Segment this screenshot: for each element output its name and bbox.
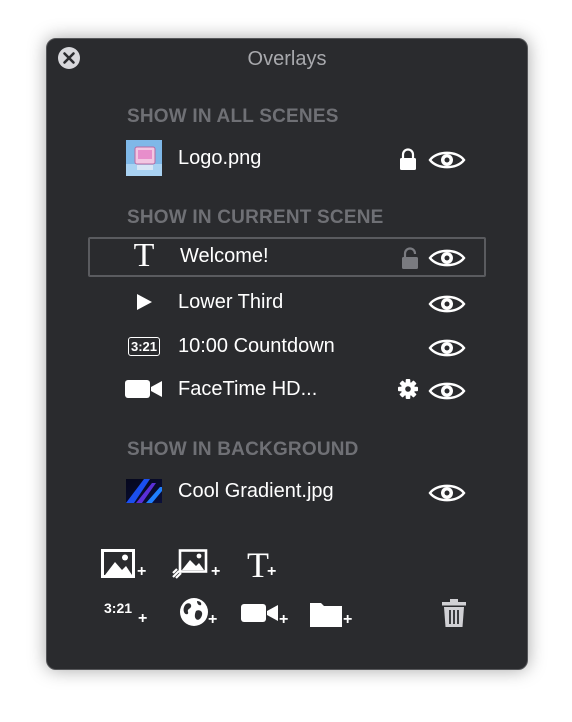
overlay-row-lower-third[interactable]: Lower Third <box>88 283 484 321</box>
image-icon <box>101 549 135 578</box>
window-title: Overlays <box>247 48 327 70</box>
plus-icon: + <box>343 611 353 628</box>
trash-icon[interactable] <box>441 598 467 628</box>
text-icon: T <box>247 545 269 585</box>
add-camera-button[interactable]: + <box>241 603 297 631</box>
overlay-label: Lower Third <box>178 291 284 313</box>
gear-icon[interactable] <box>397 378 419 400</box>
plus-icon: + <box>211 563 221 580</box>
play-icon <box>124 283 164 321</box>
plus-icon: + <box>137 563 147 580</box>
overlay-row-facetime[interactable]: FaceTime HD... <box>88 370 484 408</box>
eye-icon[interactable] <box>428 380 466 402</box>
image-thumbnail <box>124 139 164 177</box>
eye-icon[interactable] <box>428 482 466 504</box>
add-timer-button[interactable]: 3:21 + <box>104 600 156 632</box>
folder-icon <box>310 603 342 627</box>
add-image-button[interactable]: + <box>101 549 153 583</box>
overlay-row-gradient[interactable]: Cool Gradient.jpg <box>88 472 484 510</box>
overlay-label: Welcome! <box>180 245 269 267</box>
overlay-label: Logo.png <box>178 147 262 169</box>
camera-icon <box>241 604 278 622</box>
section-current-scene: SHOW IN CURRENT SCENE <box>127 207 384 228</box>
eye-icon[interactable] <box>428 293 466 315</box>
overlay-row-countdown[interactable]: 3:21 10:00 Countdown <box>88 327 484 365</box>
overlay-label: 10:00 Countdown <box>178 335 335 357</box>
plus-icon: + <box>208 611 218 628</box>
add-text-button[interactable]: T + <box>247 547 287 583</box>
camera-icon <box>124 370 164 408</box>
add-folder-button[interactable]: + <box>309 600 361 632</box>
eye-icon[interactable] <box>428 247 466 269</box>
overlay-label: FaceTime HD... <box>178 378 318 400</box>
add-slideshow-button[interactable]: + <box>171 549 227 583</box>
eye-icon[interactable] <box>428 337 466 359</box>
text-icon: T <box>133 237 155 274</box>
section-all-scenes: SHOW IN ALL SCENES <box>127 106 339 127</box>
plus-icon: + <box>138 610 148 627</box>
plus-icon: + <box>279 611 289 628</box>
overlay-label: Cool Gradient.jpg <box>178 480 334 502</box>
gradient-thumbnail <box>124 472 164 510</box>
plus-icon: + <box>267 563 277 580</box>
lock-icon[interactable] <box>399 148 417 170</box>
globe-icon <box>180 598 208 626</box>
image-stack-icon <box>172 549 208 579</box>
timer-badge: 3:21 <box>127 336 161 356</box>
timer-icon: 3:21 <box>124 327 164 365</box>
overlay-row-logo[interactable]: Logo.png <box>88 139 484 177</box>
section-background: SHOW IN BACKGROUND <box>127 439 359 460</box>
timer-icon: 3:21 <box>104 600 133 616</box>
overlay-row-welcome[interactable]: T Welcome! <box>88 237 486 277</box>
unlock-icon[interactable] <box>401 247 419 269</box>
add-web-button[interactable]: + <box>179 597 225 631</box>
eye-icon[interactable] <box>428 149 466 171</box>
